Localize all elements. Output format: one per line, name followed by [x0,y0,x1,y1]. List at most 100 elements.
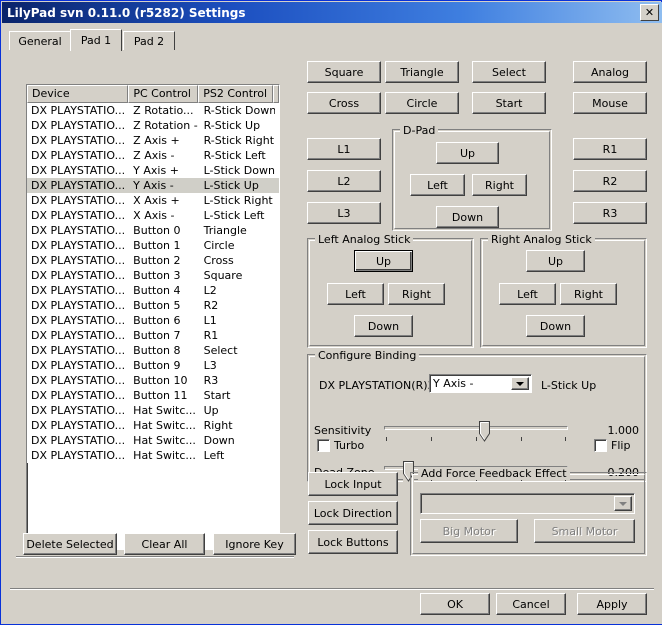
lock-buttons-button[interactable]: Lock Buttons [308,530,398,554]
pad-button-r1[interactable]: R1 [573,138,647,160]
clear-all-button[interactable]: Clear All [124,533,205,555]
cell-filler [275,403,279,418]
column-header-ps2-control[interactable]: PS2 Control [198,85,273,103]
ignore-key-label: Ignore Key [225,537,284,551]
chevron-down-icon-ffb[interactable] [614,496,632,511]
ok-button[interactable]: OK [420,593,490,615]
pc-control-combo[interactable]: Y Axis - [429,374,532,393]
cell-ps2-control: R-Stick Up [203,119,261,132]
left-stick-down-button[interactable]: Down [354,315,413,337]
right-stick-left-button[interactable]: Left [499,283,556,305]
binding-list[interactable]: Device PC Control PS2 Control DX PLAYSTA… [26,84,280,550]
dpad-down-button[interactable]: Down [436,206,499,228]
pad-button-circle[interactable]: Circle [385,92,459,114]
pad-button-cross[interactable]: Cross [307,92,381,114]
pad-button-l2[interactable]: L2 [307,170,381,192]
table-row[interactable]: DX PLAYSTATIO... Y Axis + L-Stick Down [27,163,279,178]
table-row[interactable]: DX PLAYSTATIO... Button 10 R3 [27,373,279,388]
table-row[interactable]: DX PLAYSTATIO... Button 1 Circle [27,238,279,253]
binding-device-label: DX PLAYSTATION(R)3 [319,379,435,392]
table-row[interactable]: DX PLAYSTATIO... Z Rotation - R-Stick Up [27,118,279,133]
pad-button-triangle[interactable]: Triangle [385,61,459,83]
table-row[interactable]: DX PLAYSTATIO... Z Rotatio... R-Stick Down [27,103,279,118]
table-row[interactable]: DX PLAYSTATIO... Hat Switc... Down [27,433,279,448]
big-motor-button[interactable]: Big Motor [420,519,518,543]
right-stick-right-button[interactable]: Right [560,283,617,305]
dpad-left-button[interactable]: Left [410,174,465,196]
cell-pc-control: Y Axis - [133,179,174,192]
cell-device: DX PLAYSTATIO... [31,179,126,192]
left-stick-up-button[interactable]: Up [354,250,413,272]
table-row[interactable]: DX PLAYSTATIO... Button 6 L1 [27,313,279,328]
table-row[interactable]: DX PLAYSTATIO... Button 7 R1 [27,328,279,343]
cell-filler [275,223,279,238]
binding-list-body: DX PLAYSTATIO... Z Rotatio... R-Stick Down… [27,103,279,463]
cell-pc-control: Button 0 [133,224,181,237]
pad-button-start[interactable]: Start [472,92,546,114]
cell-filler [275,298,279,313]
table-row[interactable]: DX PLAYSTATIO... Button 2 Cross [27,253,279,268]
cell-device: DX PLAYSTATIO... [31,239,126,252]
pad-button-mouse[interactable]: Mouse [573,92,647,114]
table-row[interactable]: DX PLAYSTATIO... Hat Switc... Up [27,403,279,418]
column-header-device[interactable]: Device [27,85,129,103]
table-row[interactable]: DX PLAYSTATIO... Y Axis - L-Stick Up [27,178,279,193]
cell-ps2-control: L-Stick Up [203,179,259,192]
cell-ps2-control: Up [203,404,219,417]
pad-button-select-label: Select [492,65,526,79]
pad-button-r2[interactable]: R2 [573,170,647,192]
table-row[interactable]: DX PLAYSTATIO... Z Axis + R-Stick Right [27,133,279,148]
column-header-filler[interactable] [273,85,279,103]
lock-input-button[interactable]: Lock Input [308,472,398,496]
table-row[interactable]: DX PLAYSTATIO... Button 4 L2 [27,283,279,298]
flip-checkbox-box[interactable] [594,439,607,452]
left-stick-left-label: Left [345,287,366,301]
turbo-checkbox[interactable]: Turbo [317,439,364,452]
chevron-down-icon[interactable] [511,377,529,390]
small-motor-button[interactable]: Small Motor [534,519,635,543]
pad-button-r1-label: R1 [602,142,618,156]
tab-general[interactable]: General [9,31,71,50]
flip-checkbox[interactable]: Flip [594,439,630,452]
table-row[interactable]: DX PLAYSTATIO... Button 8 Select [27,343,279,358]
pad-button-select[interactable]: Select [472,61,546,83]
pad-button-square[interactable]: Square [307,61,381,83]
right-stick-down-button[interactable]: Down [526,315,585,337]
table-row[interactable]: DX PLAYSTATIO... Button 11 Start [27,388,279,403]
pad-button-r3[interactable]: R3 [573,202,647,224]
turbo-checkbox-box[interactable] [317,439,330,452]
table-row[interactable]: DX PLAYSTATIO... Button 3 Square [27,268,279,283]
table-row[interactable]: DX PLAYSTATIO... Hat Switc... Right [27,418,279,433]
dialog-separator [10,588,654,590]
table-row[interactable]: DX PLAYSTATIO... Button 9 L3 [27,358,279,373]
close-icon[interactable]: ✕ [640,4,659,21]
sensitivity-slider-thumb[interactable] [479,421,490,442]
table-row[interactable]: DX PLAYSTATIO... X Axis - L-Stick Left [27,208,279,223]
dpad-right-button[interactable]: Right [472,174,527,196]
table-row[interactable]: DX PLAYSTATIO... Button 5 R2 [27,298,279,313]
pad-button-l1[interactable]: L1 [307,138,381,160]
pad-button-analog[interactable]: Analog [573,61,647,83]
pad-button-l3[interactable]: L3 [307,202,381,224]
table-row[interactable]: DX PLAYSTATIO... Button 0 Triangle [27,223,279,238]
table-row[interactable]: DX PLAYSTATIO... Hat Switc... Left [27,448,279,463]
right-stick-up-button[interactable]: Up [526,250,585,272]
ignore-key-button[interactable]: Ignore Key [213,533,296,555]
column-header-pc-control[interactable]: PC Control [128,85,199,103]
cell-device: DX PLAYSTATIO... [31,329,126,342]
lock-direction-button[interactable]: Lock Direction [308,501,398,525]
left-stick-right-button[interactable]: Right [388,283,445,305]
dpad-up-button[interactable]: Up [436,142,499,164]
tab-pad-2[interactable]: Pad 2 [123,31,175,50]
sensitivity-slider[interactable] [384,421,568,449]
left-stick-down-label: Down [367,319,400,333]
delete-selected-button[interactable]: Delete Selected [23,533,117,555]
left-stick-left-button[interactable]: Left [327,283,384,305]
apply-button[interactable]: Apply [577,593,647,615]
table-row[interactable]: DX PLAYSTATIO... Z Axis - R-Stick Left [27,148,279,163]
tab-general-label: General [18,34,62,48]
tab-pad-1[interactable]: Pad 1 [70,29,122,51]
table-row[interactable]: DX PLAYSTATIO... X Axis + L-Stick Right [27,193,279,208]
cancel-button[interactable]: Cancel [496,593,566,615]
force-feedback-effect-combo[interactable] [420,493,635,514]
